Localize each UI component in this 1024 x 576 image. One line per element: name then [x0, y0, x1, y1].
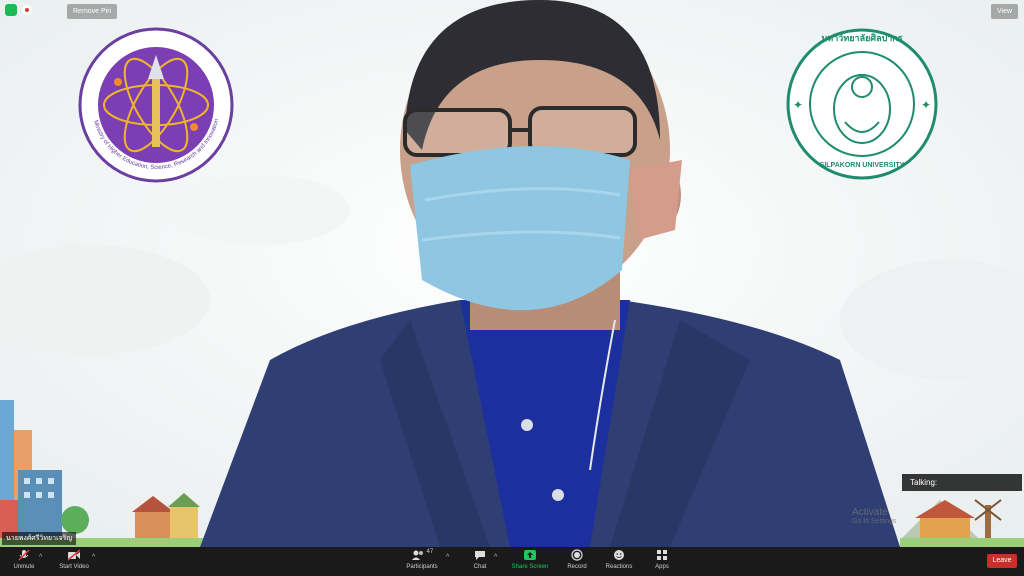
chat-label: Chat — [473, 564, 487, 570]
participant-name-tag: นายพงศ์ศรีวิทยาเจริญ — [2, 532, 77, 545]
view-button[interactable]: View — [991, 4, 1019, 19]
chat-button[interactable]: Chat — [468, 549, 492, 570]
participant-name: นายพงศ์ศรีวิทยาเจริญ — [6, 535, 73, 542]
speaker-video-feed — [200, 0, 900, 547]
unmute-label: Unmute — [13, 564, 35, 570]
smiley-icon — [614, 550, 624, 560]
participants-options-chevron-icon[interactable]: ^ — [446, 554, 449, 561]
start-video-button[interactable]: Start Video — [56, 549, 92, 570]
leave-button[interactable]: Leave — [987, 554, 1017, 568]
participants-label: Participants — [406, 564, 438, 570]
apps-icon — [657, 550, 667, 560]
security-shield-icon[interactable] — [5, 4, 17, 16]
meeting-toolbar: Unmute ^ Start Video ^ 47 Participants ^… — [0, 547, 1024, 576]
activation-watermark: Activate Go to Settings — [852, 507, 896, 525]
chat-options-chevron-icon[interactable]: ^ — [494, 554, 497, 561]
audio-options-chevron-icon[interactable]: ^ — [39, 554, 42, 561]
watermark-line2: Go to Settings — [852, 518, 897, 525]
video-options-chevron-icon[interactable]: ^ — [92, 554, 95, 561]
record-icon — [571, 549, 583, 561]
video-area: Ministry of Higher Education, Science, R… — [0, 0, 1024, 547]
reactions-label: Reactions — [605, 564, 633, 570]
chat-bubble-icon — [475, 551, 485, 560]
remove-pin-button[interactable]: Remove Pin — [67, 4, 118, 19]
watermark-line1: Activate — [852, 507, 888, 518]
microphone-muted-icon — [18, 549, 30, 561]
record-button[interactable]: Record — [563, 549, 591, 570]
participants-button[interactable]: 47 Participants — [402, 549, 442, 570]
talking-indicator: Talking: — [902, 474, 1022, 491]
reactions-button[interactable]: Reactions — [602, 549, 636, 570]
share-screen-label: Share Screen — [511, 564, 549, 570]
share-screen-icon — [524, 550, 536, 560]
video-camera-off-icon — [67, 549, 81, 561]
svg-text:✦: ✦ — [921, 98, 931, 112]
unmute-button[interactable]: Unmute — [10, 549, 38, 570]
talking-label: Talking: — [910, 478, 938, 487]
participants-icon — [411, 550, 423, 560]
recording-indicator-icon — [22, 5, 32, 15]
share-screen-button[interactable]: Share Screen — [508, 549, 552, 570]
record-label: Record — [567, 564, 587, 570]
start-video-label: Start Video — [59, 564, 89, 570]
participants-count: 47 — [426, 549, 434, 555]
apps-button[interactable]: Apps — [650, 549, 674, 570]
apps-label: Apps — [655, 564, 669, 570]
